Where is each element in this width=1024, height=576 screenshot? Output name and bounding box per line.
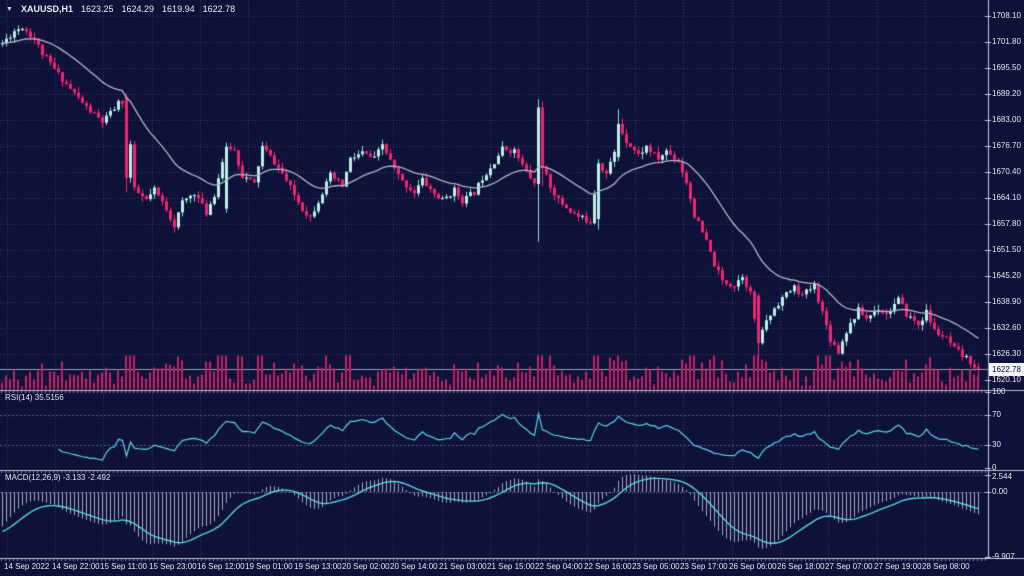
- time-axis-label: 21 Sep 15:00: [487, 562, 535, 572]
- price-tick-label: 1651.50: [992, 245, 1021, 255]
- rsi-tick-label: 100: [992, 387, 1005, 397]
- price-tick-label: 1683.00: [992, 115, 1021, 125]
- time-axis-label: 15 Sep 23:00: [149, 562, 197, 572]
- time-axis-label: 27 Sep 19:00: [874, 562, 922, 572]
- time-axis-label: 21 Sep 03:00: [439, 562, 487, 572]
- time-axis-label: 20 Sep 02:00: [342, 562, 390, 572]
- ohlc-close: 1622.78: [203, 4, 236, 14]
- time-axis-label: 28 Sep 08:00: [922, 562, 970, 572]
- symbol-timeframe-label: XAUUSD,H1: [21, 4, 73, 14]
- chart-canvas[interactable]: [0, 0, 1024, 576]
- time-axis-label: 22 Sep 16:00: [584, 562, 632, 572]
- time-axis-label: 26 Sep 18:00: [777, 562, 825, 572]
- time-axis-label: 23 Sep 05:00: [632, 562, 680, 572]
- macd-tick-label: -9.907: [992, 552, 1015, 562]
- time-axis-label: 26 Sep 06:00: [729, 562, 777, 572]
- rsi-indicator-label: RSI(14) 35.5156: [5, 393, 64, 402]
- price-tick-label: 1695.50: [992, 63, 1021, 73]
- price-tick-label: 1701.80: [992, 37, 1021, 47]
- time-axis-label: 16 Sep 12:00: [197, 562, 245, 572]
- price-tick-label: 1657.80: [992, 219, 1021, 229]
- time-axis-label: 20 Sep 14:00: [390, 562, 438, 572]
- macd-tick-label: 2.544: [992, 472, 1012, 482]
- price-tick-label: 1645.20: [992, 271, 1021, 281]
- time-axis-label: 22 Sep 04:00: [535, 562, 583, 572]
- macd-indicator-label: MACD(12,26,9) -3.133 -2.492: [5, 473, 110, 482]
- time-axis-label: 14 Sep 2022: [4, 562, 49, 572]
- rsi-tick-label: 70: [992, 410, 1001, 420]
- price-tick-label: 1708.10: [992, 11, 1021, 21]
- current-price-badge: 1622.78: [989, 363, 1024, 376]
- chart-header: ▼ XAUUSD,H1 1623.25 1624.29 1619.94 1622…: [6, 4, 235, 14]
- time-axis-label: 14 Sep 22:00: [52, 562, 100, 572]
- price-tick-label: 1676.70: [992, 141, 1021, 151]
- time-axis-label: 19 Sep 13:00: [294, 562, 342, 572]
- rsi-tick-label: 30: [992, 440, 1001, 450]
- time-axis-label: 15 Sep 11:00: [100, 562, 147, 572]
- ohlc-high: 1624.29: [122, 4, 155, 14]
- price-tick-label: 1664.10: [992, 193, 1021, 203]
- ohlc-open: 1623.25: [81, 4, 114, 14]
- price-tick-label: 1689.20: [992, 89, 1021, 99]
- price-tick-label: 1620.10: [992, 375, 1021, 385]
- macd-tick-label: 0.00: [992, 487, 1008, 497]
- price-tick-label: 1670.40: [992, 167, 1021, 177]
- ohlc-low: 1619.94: [162, 4, 195, 14]
- price-tick-label: 1632.60: [992, 323, 1021, 333]
- price-tick-label: 1638.90: [992, 297, 1021, 307]
- symbol-dropdown-icon[interactable]: ▼: [6, 5, 13, 14]
- trading-chart-window: ▼ XAUUSD,H1 1623.25 1624.29 1619.94 1622…: [0, 0, 1024, 576]
- price-tick-label: 1626.30: [992, 349, 1021, 359]
- time-axis-label: 27 Sep 07:00: [825, 562, 873, 572]
- time-axis-label: 23 Sep 17:00: [680, 562, 728, 572]
- time-axis-label: 19 Sep 01:00: [245, 562, 293, 572]
